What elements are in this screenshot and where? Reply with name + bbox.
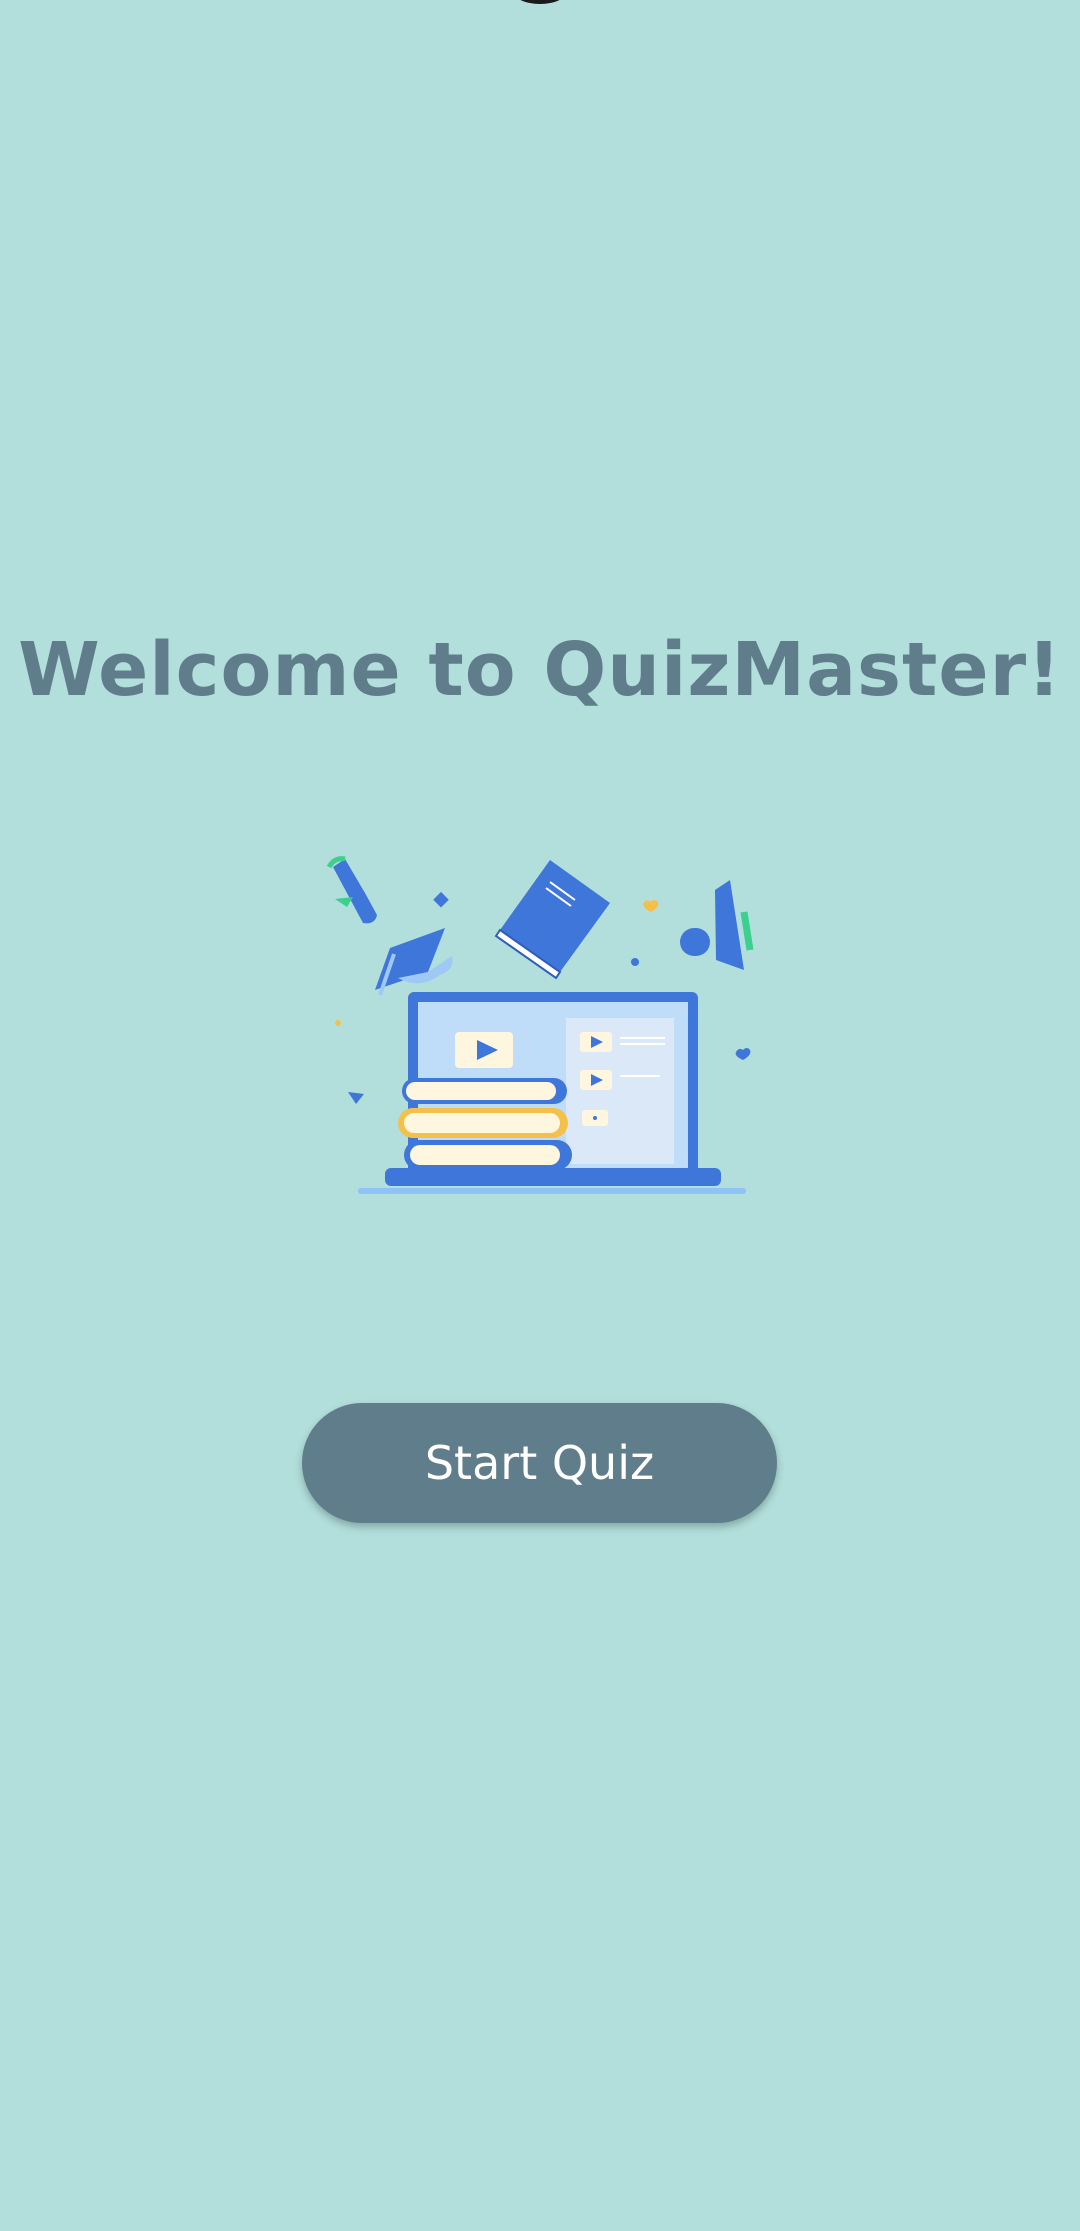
- diploma-icon: [326, 856, 377, 924]
- graduation-cap-icon: [375, 928, 453, 996]
- confetti-diamond: [433, 891, 449, 908]
- start-quiz-button[interactable]: Start Quiz: [302, 1403, 777, 1523]
- books-stack-icon: [398, 1078, 572, 1170]
- book-icon: [494, 860, 610, 980]
- confetti-dot-yellow: [335, 1020, 341, 1026]
- heart-icon-yellow: [643, 900, 659, 912]
- confetti-triangle: [348, 1092, 364, 1104]
- megaphone-icon: [680, 880, 754, 970]
- education-illustration: [326, 856, 754, 1194]
- status-bar: [0, 0, 1080, 10]
- camera-cutout-icon: [513, 0, 567, 4]
- confetti-dot: [631, 958, 639, 966]
- page-title: Welcome to QuizMaster!: [18, 627, 1062, 713]
- heart-icon-blue: [735, 1048, 751, 1060]
